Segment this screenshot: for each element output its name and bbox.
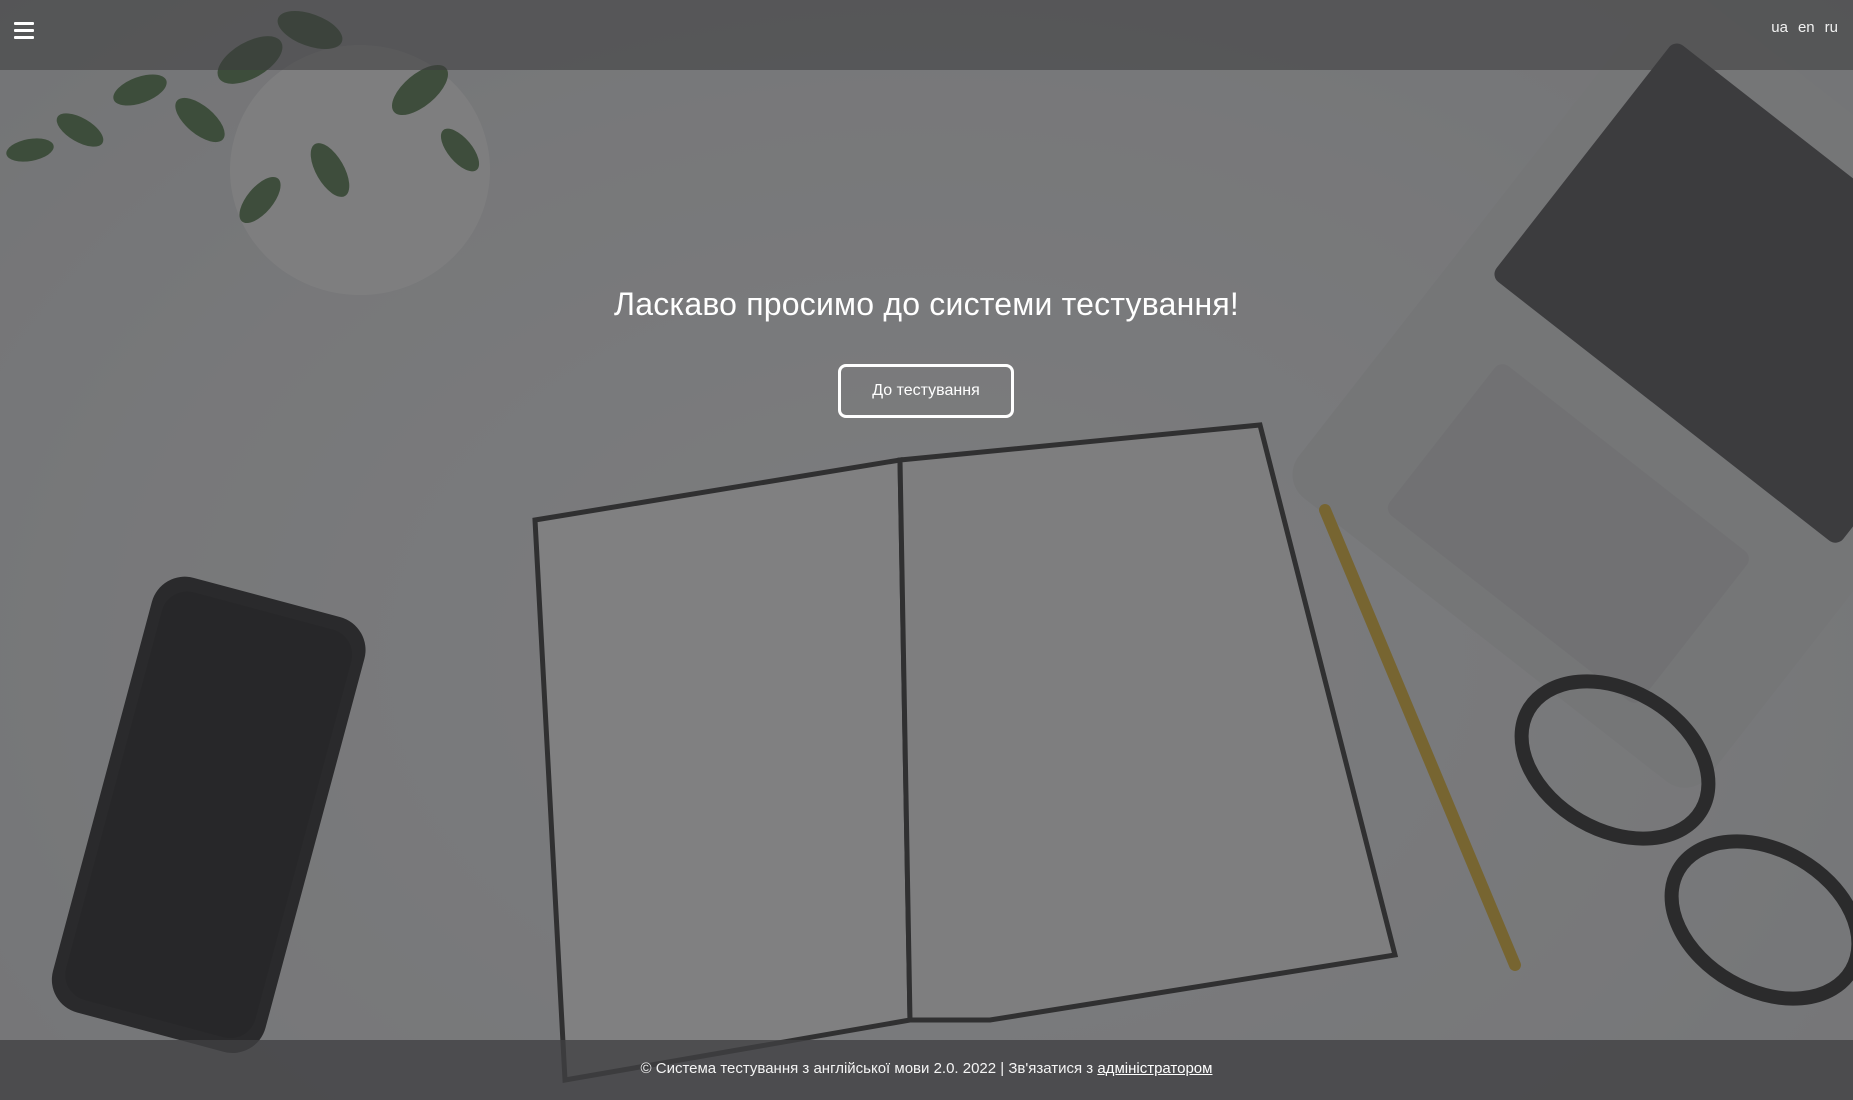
welcome-title: Ласкаво просимо до системи тестування! (614, 286, 1239, 322)
lang-link-en[interactable]: en (1798, 19, 1815, 36)
footer: © Система тестування з англійської мови … (0, 1040, 1853, 1100)
background-dim-overlay (0, 0, 1853, 1100)
footer-text: © Система тестування з англійської мови … (640, 1060, 1098, 1077)
hamburger-menu-icon[interactable] (14, 22, 36, 42)
contact-admin-link[interactable]: адміністратором (1097, 1060, 1212, 1077)
top-navbar: ua en ru (0, 0, 1853, 70)
start-testing-button[interactable]: До тестування (838, 364, 1014, 418)
language-switcher: ua en ru (1771, 19, 1838, 36)
page: ua en ru Ласкаво просимо до системи тест… (0, 0, 1853, 1100)
lang-link-ru[interactable]: ru (1825, 19, 1838, 36)
lang-link-ua[interactable]: ua (1771, 19, 1788, 36)
